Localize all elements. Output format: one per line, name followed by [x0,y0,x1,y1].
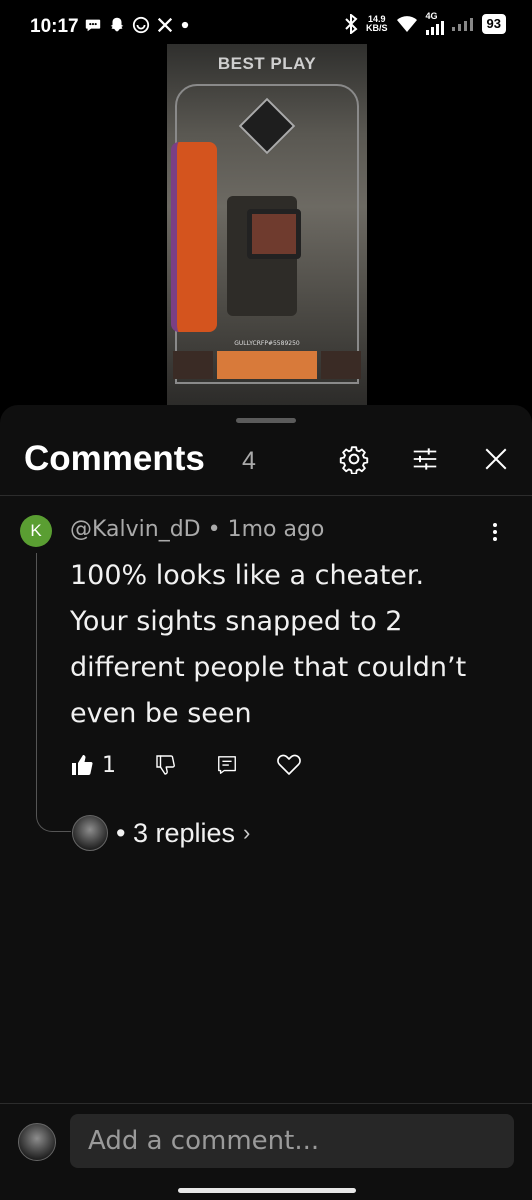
status-right: 14.9 KB/S 4G 93 [344,11,506,35]
view-replies-button[interactable]: • 3 replies › [72,815,250,851]
killcam-thumb [321,351,361,379]
net-speed-unit: KB/S [366,23,388,33]
comment-text: 100% looks like a cheater. Your sights s… [70,560,467,729]
bluetooth-icon [345,14,358,34]
network-type: 4G [425,11,438,21]
mobile-signal: 4G [425,11,444,35]
battery-level: 93 [481,14,506,34]
thread-line [36,553,71,832]
wifi-icon [396,16,417,32]
settings-button[interactable] [336,441,372,477]
gear-icon [339,446,369,474]
status-time: 10:17 [30,16,79,37]
comment-meta: @Kalvin_dD • 1mo ago [70,517,324,542]
close-button[interactable] [478,441,514,477]
thumbs-down-icon [156,755,175,775]
video-player[interactable]: BEST PLAY GULLYCRFP#5589250 [167,44,367,406]
reply-avatar [72,815,108,851]
chat-notification-icon [85,19,101,32]
signal-bars-icon [425,21,444,35]
heart-icon [277,754,301,775]
x-icon [157,17,173,33]
reply-button[interactable] [216,747,238,783]
chevron-right-icon: › [243,820,251,845]
close-icon [485,448,507,470]
thumbs-up-icon [72,755,93,776]
comments-sheet: Comments 4 K @Kalvin_dD • 1mo ago 100% l… [0,405,532,1200]
notification-icons [84,16,190,34]
header-divider [0,495,532,496]
comments-count: 4 [242,447,256,475]
sliders-icon [413,448,437,470]
snapchat-icon [110,17,124,32]
punching-bag [171,142,217,332]
avatar[interactable]: K [20,515,52,547]
killcam-thumb [173,351,213,379]
drag-handle[interactable] [236,418,296,423]
killcam-thumb [217,351,317,379]
red-dot-sight [247,209,301,259]
comment-time: 1mo ago [227,517,325,542]
comment-reply-icon [218,756,236,774]
killcam-strip [173,350,361,380]
comment-author[interactable]: @Kalvin_dD [70,517,201,542]
comment-actions: 1 [70,747,340,783]
filter-button[interactable] [407,441,443,477]
video-overlay-title: BEST PLAY [217,54,317,73]
player-tag: GULLYCRFP#5589250 [234,340,300,347]
dislike-button[interactable] [154,747,178,783]
user-avatar[interactable] [18,1123,56,1161]
composer-divider [0,1103,532,1104]
more-vert-icon [493,523,497,541]
signal-bars-2-icon [451,18,473,31]
app-notification-icon [132,16,150,34]
like-count: 1 [102,752,116,778]
replies-count: • 3 replies [116,817,236,848]
add-comment-input[interactable] [70,1114,514,1168]
like-button[interactable]: 1 [70,747,116,783]
meta-separator: • [207,517,221,542]
comments-title: Comments [24,439,205,478]
dot-icon [181,21,189,29]
heart-button[interactable] [276,747,302,783]
net-speed: 14.9 KB/S [366,15,388,33]
gesture-bar[interactable] [178,1188,356,1193]
comment-menu-button[interactable] [480,517,510,547]
